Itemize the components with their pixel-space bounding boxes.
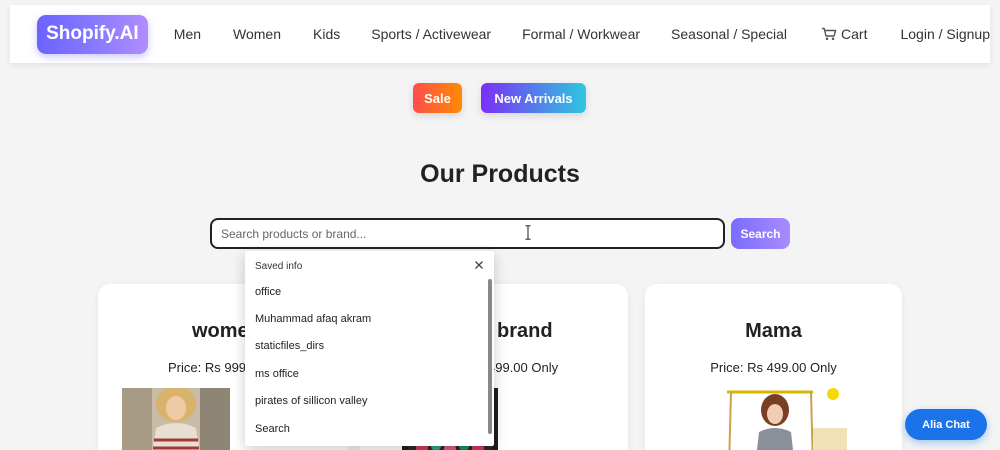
search-button[interactable]: Search — [731, 218, 790, 249]
new-arrivals-button[interactable]: New Arrivals — [481, 83, 586, 113]
promo-bar: Sale New Arrivals — [0, 83, 1000, 113]
nav-links: Men Women Kids Sports / Activewear Forma… — [174, 26, 990, 42]
cart-label: Cart — [841, 26, 868, 42]
saved-info-item[interactable]: Search — [255, 423, 290, 435]
saved-info-header: Saved info — [255, 261, 303, 272]
nav-link-cart[interactable]: Cart — [821, 26, 867, 42]
saved-info-dropdown: Saved info office Muhammad afaq akram st… — [245, 251, 494, 446]
product-card[interactable]: Mama Price: Rs 499.00 Only — [645, 284, 902, 450]
product-price: Price: Rs 999.0 — [168, 360, 257, 375]
nav-link-formal[interactable]: Formal / Workwear — [522, 26, 640, 42]
product-title: Mama — [745, 320, 802, 342]
sale-button[interactable]: Sale — [413, 83, 462, 113]
navbar: Shopify.AI Men Women Kids Sports / Activ… — [10, 5, 990, 63]
nav-link-sports[interactable]: Sports / Activewear — [371, 26, 491, 42]
product-title: brand — [497, 320, 553, 342]
nav-link-kids[interactable]: Kids — [313, 26, 340, 42]
nav-link-login[interactable]: Login / Signup — [900, 26, 990, 42]
product-image[interactable] — [122, 388, 230, 450]
saved-info-item[interactable]: Muhammad afaq akram — [255, 313, 371, 325]
dropdown-scrollbar[interactable] — [488, 279, 492, 434]
product-price: 499.00 Only — [488, 360, 559, 375]
brand-logo[interactable]: Shopify.AI — [37, 14, 148, 54]
page-title: Our Products — [420, 160, 580, 188]
nav-link-men[interactable]: Men — [174, 26, 201, 42]
text-cursor-icon — [525, 225, 531, 240]
close-icon[interactable] — [473, 259, 485, 271]
product-price: Price: Rs 499.00 Only — [710, 360, 837, 375]
chat-button[interactable]: Alia Chat — [905, 409, 987, 440]
saved-info-item[interactable]: office — [255, 286, 281, 298]
nav-link-women[interactable]: Women — [233, 26, 281, 42]
product-image[interactable] — [703, 388, 847, 450]
saved-info-item[interactable]: ms office — [255, 368, 299, 380]
cart-icon — [821, 27, 837, 41]
product-title: wome — [192, 320, 249, 342]
nav-link-seasonal[interactable]: Seasonal / Special — [671, 26, 787, 42]
saved-info-item[interactable]: pirates of sillicon valley — [255, 395, 368, 407]
saved-info-item[interactable]: staticfiles_dirs — [255, 340, 324, 352]
search-input[interactable] — [210, 218, 725, 249]
